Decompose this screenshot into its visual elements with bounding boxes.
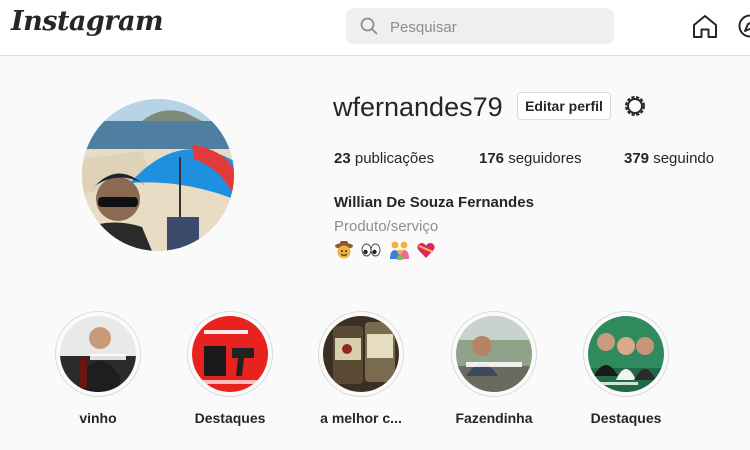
highlight-ring	[318, 311, 404, 397]
heart-ribbon-emoji	[416, 240, 438, 260]
avatar-photo	[82, 99, 234, 251]
search-box[interactable]	[346, 8, 614, 44]
highlight-ring	[583, 311, 669, 397]
highlight-item[interactable]: Destaques	[185, 311, 275, 426]
family-emoji	[389, 240, 411, 260]
highlight-item[interactable]: a melhor c...	[316, 311, 406, 426]
profile-category: Produto/serviço	[334, 218, 439, 235]
home-icon[interactable]	[692, 14, 718, 39]
highlight-cover	[192, 316, 268, 392]
cowboy-emoji	[334, 240, 356, 260]
stat-followers[interactable]: 176 seguidores	[479, 150, 582, 167]
instagram-logo[interactable]: Instagram	[11, 6, 164, 37]
posts-label: publicações	[354, 150, 435, 167]
stat-posts: 23 publicações	[334, 150, 434, 167]
search-icon	[360, 17, 378, 35]
highlight-label: vinho	[79, 410, 117, 426]
highlight-label: Fazendinha	[455, 410, 533, 426]
highlight-item[interactable]: Fazendinha	[449, 311, 539, 426]
highlight-item[interactable]: Destaques	[581, 311, 671, 426]
followers-label: seguidores	[508, 150, 582, 167]
highlight-label: Destaques	[590, 410, 662, 426]
following-count: 379	[624, 150, 650, 167]
posts-count: 23	[334, 150, 351, 167]
search-input[interactable]	[388, 15, 602, 39]
explore-icon[interactable]	[738, 14, 750, 38]
highlight-cover	[456, 316, 532, 392]
profile-full-name: Willian De Souza Fernandes	[334, 194, 534, 211]
highlight-cover	[588, 316, 664, 392]
highlight-ring	[451, 311, 537, 397]
stat-following[interactable]: 379 seguindo	[624, 150, 714, 167]
edit-profile-button[interactable]: Editar perfil	[517, 92, 611, 120]
top-navigation: Instagram	[0, 0, 750, 56]
gear-icon[interactable]	[623, 94, 647, 118]
profile-username: wfernandes79	[333, 92, 503, 122]
followers-count: 176	[479, 150, 505, 167]
following-label: seguindo	[653, 150, 715, 167]
profile-avatar[interactable]	[82, 99, 234, 251]
highlight-cover	[60, 316, 136, 392]
highlight-ring	[55, 311, 141, 397]
highlight-label: Destaques	[194, 410, 266, 426]
eyes-emoji	[361, 240, 383, 260]
highlight-cover	[323, 316, 399, 392]
highlight-ring	[187, 311, 273, 397]
highlight-item[interactable]: vinho	[53, 311, 143, 426]
highlight-label: a melhor c...	[320, 410, 402, 426]
bio-emojis	[334, 240, 439, 262]
